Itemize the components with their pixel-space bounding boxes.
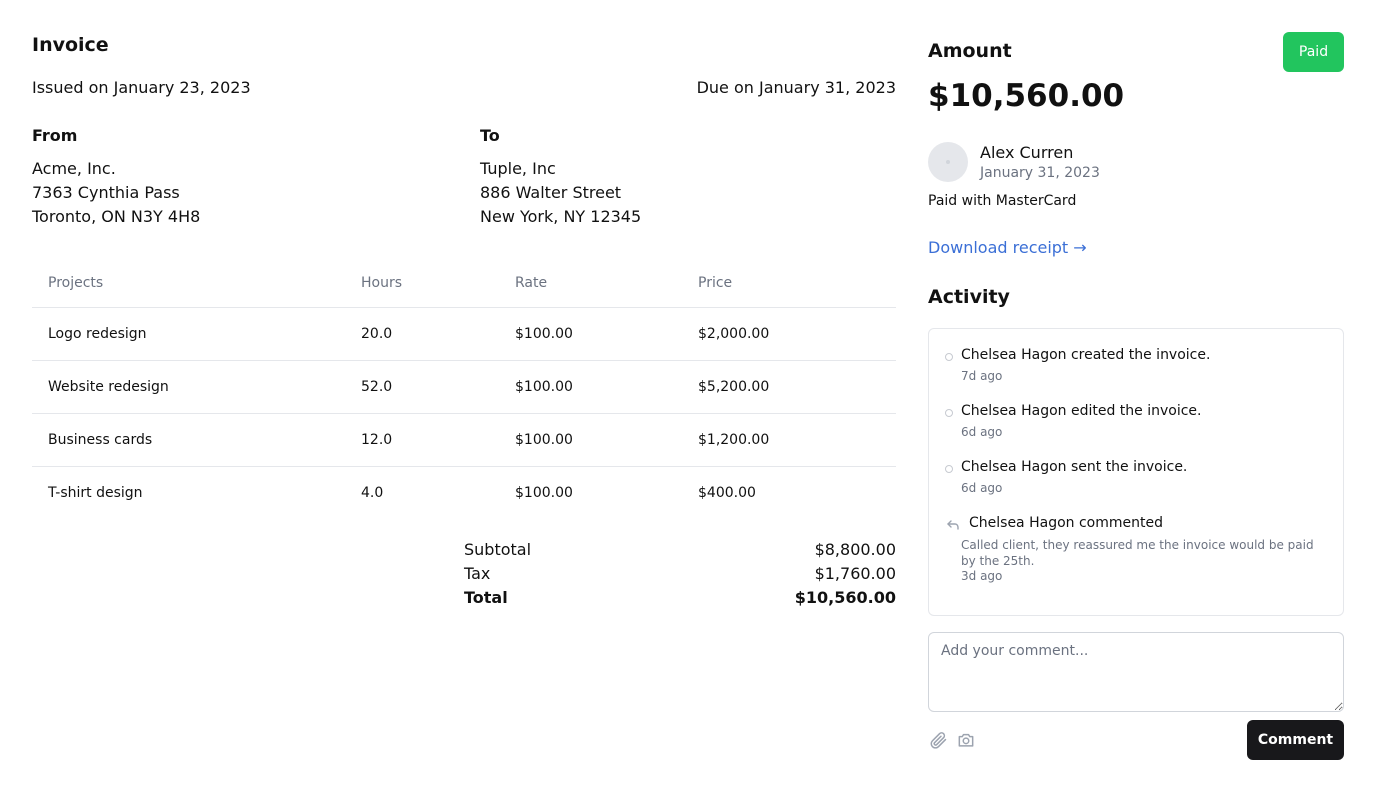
payment-method: Paid with MasterCard bbox=[928, 193, 1077, 209]
activity-text: Chelsea Hagon created the invoice. bbox=[961, 347, 1211, 363]
subtotal-label: Subtotal bbox=[464, 540, 532, 559]
tax-value: $1,760.00 bbox=[814, 564, 896, 583]
due-date: Due on January 31, 2023 bbox=[696, 78, 896, 97]
to-label: To bbox=[480, 126, 500, 145]
tax-label: Tax bbox=[464, 564, 491, 583]
activity-text: Chelsea Hagon edited the invoice. bbox=[961, 403, 1202, 419]
cell-price: $1,200.00 bbox=[698, 432, 770, 448]
table-row: Logo redesign 20.0 $100.00 $2,000.00 bbox=[32, 308, 896, 361]
table-header: Projects Hours Rate Price bbox=[32, 258, 896, 308]
activity-text: Chelsea Hagon sent the invoice. bbox=[961, 459, 1188, 475]
activity-time: 6d ago bbox=[961, 481, 1003, 495]
timeline-dot bbox=[945, 353, 953, 361]
column-header-price: Price bbox=[698, 275, 733, 291]
download-receipt-link[interactable]: Download receipt → bbox=[928, 238, 1087, 257]
activity-time: 6d ago bbox=[961, 425, 1003, 439]
reply-icon bbox=[947, 520, 959, 530]
total-label: Total bbox=[464, 588, 508, 607]
invoice-title: Invoice bbox=[32, 34, 109, 56]
cell-hours: 20.0 bbox=[361, 326, 393, 342]
cell-rate: $100.00 bbox=[515, 432, 573, 448]
comment-button[interactable]: Comment bbox=[1247, 720, 1344, 760]
comment-body: Called client, they reassured me the inv… bbox=[961, 538, 1314, 568]
to-line: New York, NY 12345 bbox=[480, 207, 642, 226]
to-line: Tuple, Inc bbox=[480, 159, 556, 178]
from-address: Acme, Inc. 7363 Cynthia Pass Toronto, ON… bbox=[32, 157, 200, 229]
cell-hours: 52.0 bbox=[361, 379, 393, 395]
from-line: 7363 Cynthia Pass bbox=[32, 183, 180, 202]
column-header-rate: Rate bbox=[515, 275, 548, 291]
timeline-dot bbox=[945, 465, 953, 473]
total-row: Total $10,560.00 bbox=[464, 586, 896, 610]
avatar-placeholder bbox=[946, 160, 950, 164]
cell-rate: $100.00 bbox=[515, 485, 573, 501]
subtotal-row: Subtotal $8,800.00 bbox=[464, 538, 896, 562]
avatar bbox=[928, 142, 968, 182]
comment-time: 3d ago bbox=[961, 569, 1003, 583]
to-line: 886 Walter Street bbox=[480, 183, 622, 202]
activity-title: Activity bbox=[928, 286, 1010, 308]
cell-price: $2,000.00 bbox=[698, 326, 770, 342]
table-row: Business cards 12.0 $100.00 $1,200.00 bbox=[32, 414, 896, 467]
from-label: From bbox=[32, 126, 78, 145]
cell-project: T-shirt design bbox=[48, 485, 143, 501]
cell-project: Website redesign bbox=[48, 379, 169, 395]
line-items-table: Projects Hours Rate Price Logo redesign … bbox=[32, 258, 896, 520]
to-address: Tuple, Inc 886 Walter Street New York, N… bbox=[480, 157, 641, 229]
from-line: Acme, Inc. bbox=[32, 159, 116, 178]
amount-value: $10,560.00 bbox=[928, 78, 1125, 114]
column-header-hours: Hours bbox=[361, 275, 403, 291]
table-row: T-shirt design 4.0 $100.00 $400.00 bbox=[32, 467, 896, 520]
activity-feed: Chelsea Hagon created the invoice. 7d ag… bbox=[928, 328, 1344, 616]
payer-date: January 31, 2023 bbox=[980, 165, 1100, 181]
totals-section: Subtotal $8,800.00 Tax $1,760.00 Total $… bbox=[464, 538, 896, 610]
cell-hours: 12.0 bbox=[361, 432, 393, 448]
cell-rate: $100.00 bbox=[515, 379, 573, 395]
cell-price: $5,200.00 bbox=[698, 379, 770, 395]
from-line: Toronto, ON N3Y 4H8 bbox=[32, 207, 201, 226]
activity-time: 7d ago bbox=[961, 369, 1003, 383]
timeline-dot bbox=[945, 409, 953, 417]
tax-row: Tax $1,760.00 bbox=[464, 562, 896, 586]
cell-price: $400.00 bbox=[698, 485, 756, 501]
total-value: $10,560.00 bbox=[794, 588, 896, 607]
column-header-projects: Projects bbox=[48, 275, 104, 291]
payer-name: Alex Curren bbox=[980, 143, 1074, 162]
paperclip-icon[interactable] bbox=[928, 730, 948, 750]
cell-rate: $100.00 bbox=[515, 326, 573, 342]
cell-hours: 4.0 bbox=[361, 485, 384, 501]
issued-date: Issued on January 23, 2023 bbox=[32, 78, 251, 97]
comment-author-text: Chelsea Hagon commented bbox=[969, 515, 1163, 531]
comment-input[interactable] bbox=[928, 632, 1344, 712]
cell-project: Business cards bbox=[48, 432, 153, 448]
cell-project: Logo redesign bbox=[48, 326, 147, 342]
table-row: Website redesign 52.0 $100.00 $5,200.00 bbox=[32, 361, 896, 414]
subtotal-value: $8,800.00 bbox=[814, 540, 896, 559]
camera-icon[interactable] bbox=[956, 730, 976, 750]
amount-label: Amount bbox=[928, 40, 1012, 62]
status-badge: Paid bbox=[1283, 32, 1344, 72]
